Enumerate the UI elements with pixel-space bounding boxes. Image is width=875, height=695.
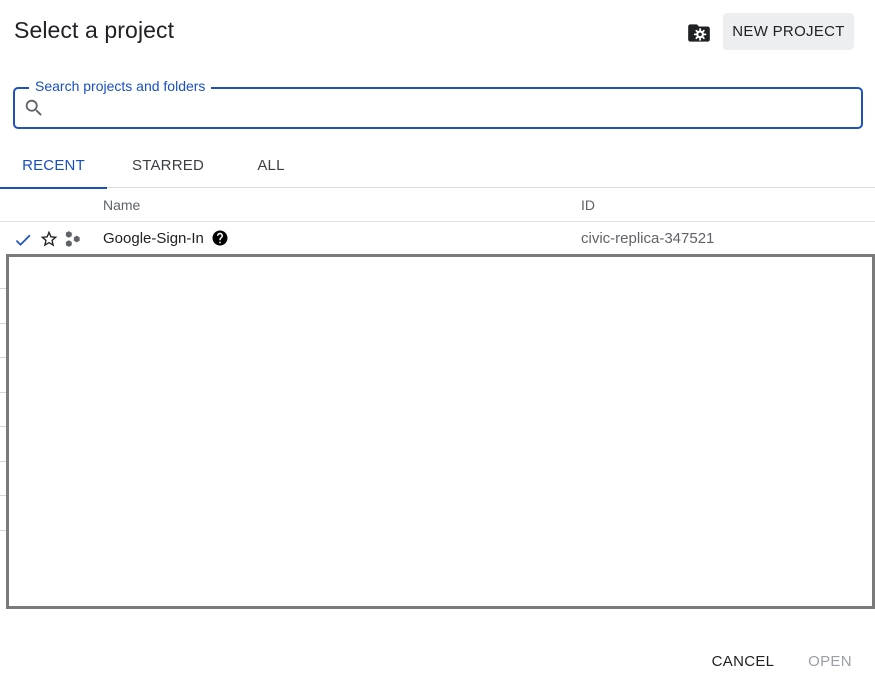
column-header-name[interactable]: Name (103, 197, 140, 213)
tab-all[interactable]: ALL (244, 146, 298, 187)
project-id: civic-replica-347521 (581, 230, 715, 247)
search-icon (25, 99, 42, 116)
project-hexagons-icon (65, 231, 80, 247)
help-circle-icon[interactable] (211, 229, 229, 247)
tab-recent[interactable]: RECENT (0, 146, 107, 189)
star-outline-icon[interactable] (39, 229, 59, 249)
tab-bar: RECENT STARRED ALL (0, 146, 875, 189)
tab-starred[interactable]: STARRED (122, 146, 214, 187)
search-input[interactable] (52, 92, 852, 124)
cancel-button[interactable]: CANCEL (704, 646, 782, 676)
open-button[interactable]: OPEN (799, 646, 861, 676)
dialog-title: Select a project (14, 17, 175, 43)
folder-settings-icon[interactable] (686, 20, 712, 46)
table-header: Name ID (0, 189, 875, 222)
project-name[interactable]: Google-Sign-In (103, 230, 204, 247)
new-project-button[interactable]: NEW PROJECT (723, 13, 854, 50)
check-icon (15, 234, 31, 246)
blank-content-panel (6, 254, 875, 609)
column-header-id[interactable]: ID (581, 197, 595, 213)
